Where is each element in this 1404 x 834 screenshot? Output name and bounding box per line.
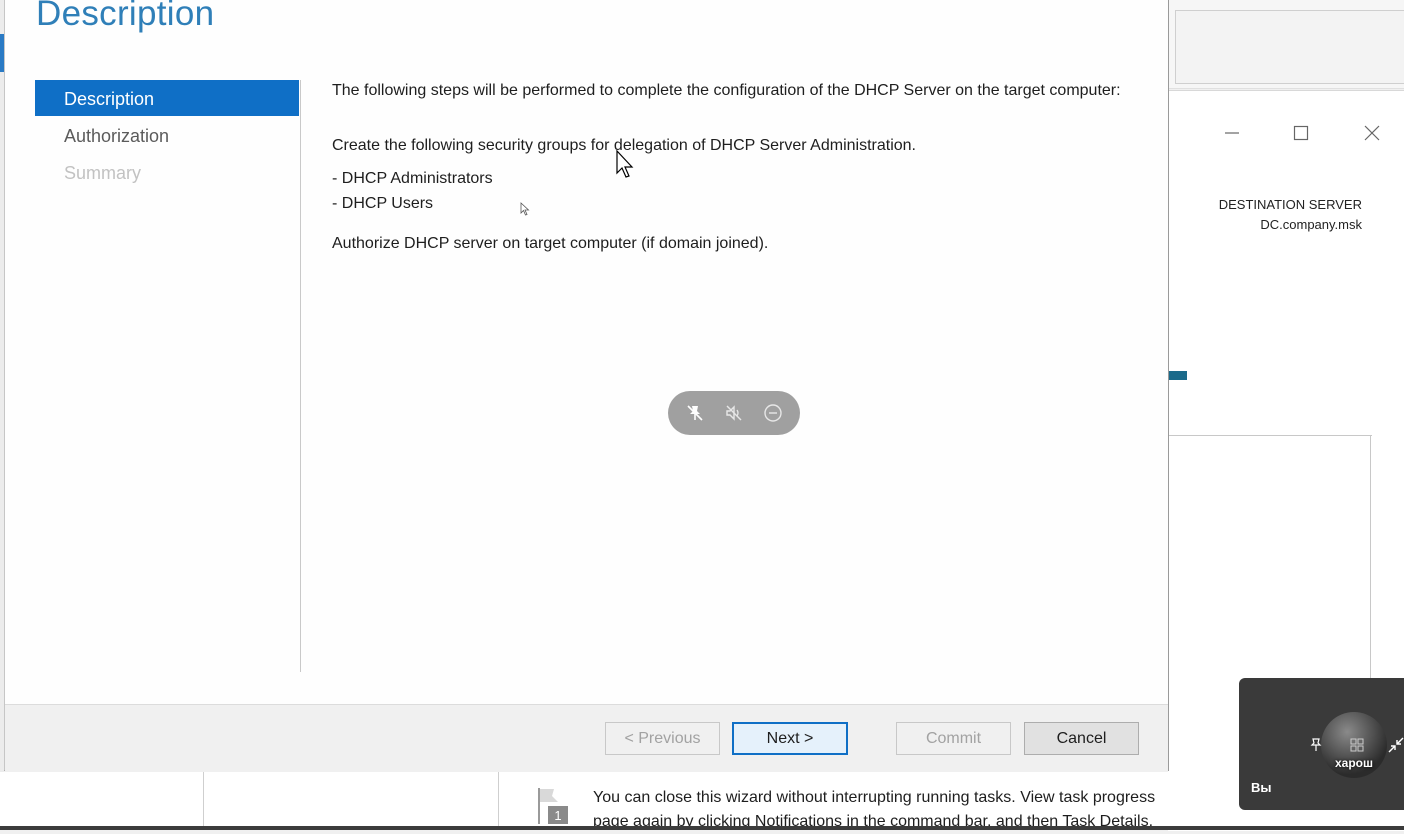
background-progress-accent bbox=[1168, 371, 1187, 380]
cancel-button[interactable]: Cancel bbox=[1024, 722, 1139, 755]
security-group-item: - DHCP Users bbox=[332, 195, 434, 212]
nav-item-description[interactable]: Description bbox=[35, 80, 299, 116]
previous-button[interactable]: < Previous bbox=[605, 722, 720, 755]
background-bottom-divider bbox=[498, 772, 499, 830]
participant-name: Вы bbox=[1251, 780, 1272, 795]
minus-circle-icon[interactable] bbox=[760, 400, 786, 426]
nav-item-summary: Summary bbox=[64, 163, 142, 183]
page-title: Description bbox=[36, 0, 215, 33]
background-top-panel-inner bbox=[1175, 10, 1404, 84]
background-note-line: page again by clicking Notifications in … bbox=[593, 813, 1154, 830]
maximize-icon[interactable] bbox=[1288, 120, 1314, 146]
commit-button[interactable]: Commit bbox=[896, 722, 1011, 755]
security-group-item: - DHCP Administrators bbox=[332, 170, 493, 187]
background-note-line: You can close this wizard without interr… bbox=[593, 789, 1156, 806]
notification-flag-badge: 1 bbox=[554, 808, 561, 823]
background-bottom-divider bbox=[203, 772, 204, 830]
grid-icon[interactable] bbox=[1346, 734, 1368, 756]
dhcp-wizard-dialog: Description Description Authorization Su… bbox=[4, 0, 1169, 771]
taskbar-edge bbox=[0, 826, 1404, 830]
nav-item-authorization[interactable]: Authorization bbox=[35, 117, 299, 153]
next-button[interactable]: Next > bbox=[732, 722, 848, 755]
destination-server-label: DESTINATION SERVER bbox=[1218, 197, 1362, 212]
call-controls-bar bbox=[668, 391, 800, 435]
wizard-content: The following steps will be performed to… bbox=[332, 78, 1132, 256]
secondary-cursor-icon bbox=[520, 202, 530, 221]
mute-icon[interactable] bbox=[721, 400, 747, 426]
wizard-nav: Description Authorization Summary bbox=[35, 80, 299, 191]
intro-text: The following steps will be performed to… bbox=[332, 82, 1121, 99]
pin-off-icon[interactable] bbox=[682, 400, 708, 426]
minimize-icon[interactable] bbox=[1219, 120, 1245, 146]
security-groups-text: Create the following security groups for… bbox=[332, 137, 916, 154]
mouse-cursor-icon bbox=[616, 149, 636, 183]
notification-flag-icon: 1 bbox=[536, 786, 572, 826]
avatar-caption: харош bbox=[1334, 756, 1373, 770]
authorize-text: Authorize DHCP server on target computer… bbox=[332, 235, 769, 252]
nav-divider bbox=[300, 80, 301, 672]
wizard-footer: < Previous Next > Commit Cancel bbox=[5, 704, 1168, 771]
background-divider bbox=[1168, 435, 1372, 436]
minimize-video-icon[interactable] bbox=[1385, 734, 1404, 756]
pin-icon[interactable] bbox=[1305, 734, 1327, 756]
self-video-tile[interactable]: харош Вы bbox=[1239, 678, 1404, 810]
close-icon[interactable] bbox=[1359, 120, 1385, 146]
destination-server-value: DC.company.msk bbox=[1260, 217, 1362, 232]
